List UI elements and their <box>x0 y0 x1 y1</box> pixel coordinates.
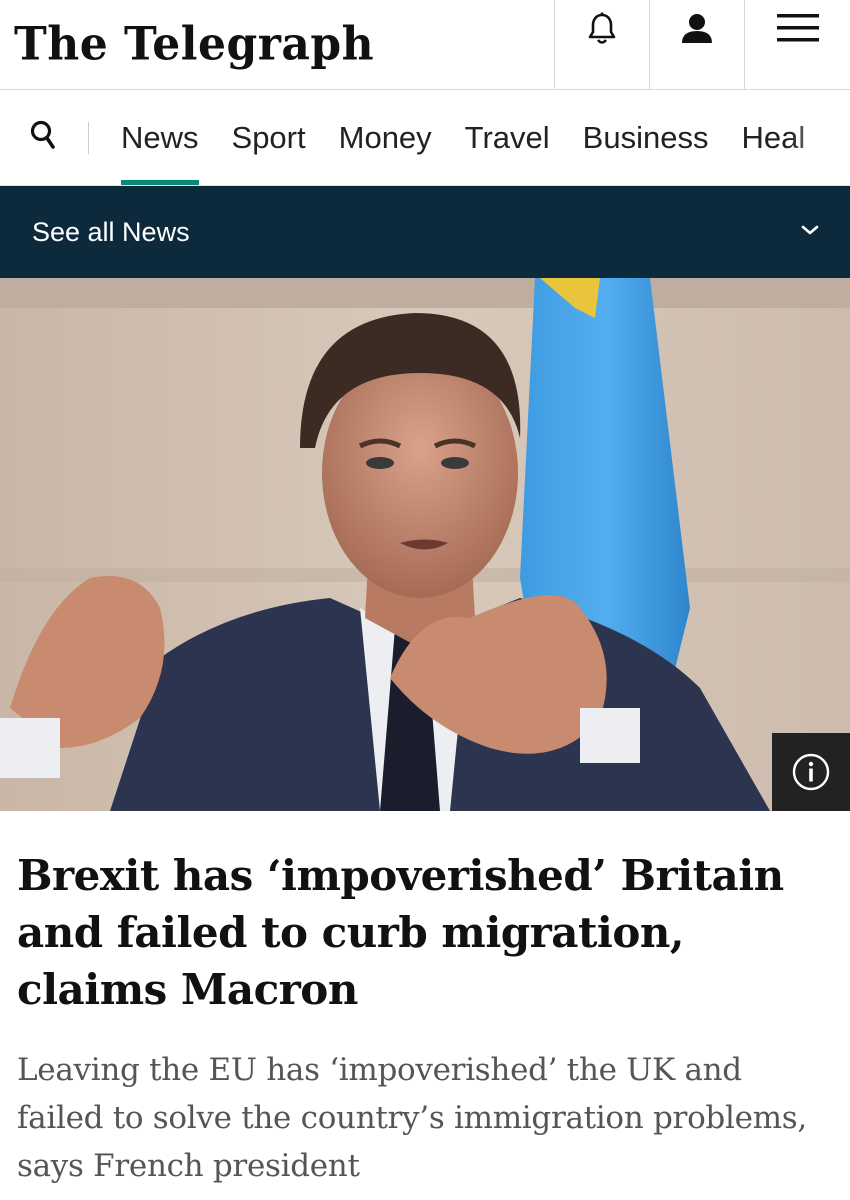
nav-item-travel[interactable]: Travel <box>465 90 550 185</box>
article-standfirst: Leaving the EU has ‘impoverished’ the UK… <box>17 1052 807 1184</box>
nav-item-news[interactable]: News <box>121 90 199 185</box>
account-button[interactable] <box>649 0 744 89</box>
see-all-label: See all News <box>32 216 190 247</box>
article-headline[interactable]: Brexit has ‘impoverished’ Britain and fa… <box>0 811 850 1018</box>
bell-icon <box>586 12 618 46</box>
see-all-section-dropdown[interactable]: See all News <box>0 186 850 278</box>
info-icon <box>791 752 831 792</box>
notifications-button[interactable] <box>554 0 649 89</box>
nav-item-business[interactable]: Business <box>583 90 709 185</box>
logo-link[interactable]: The Telegraph <box>0 0 554 89</box>
nav-scroll-fade <box>790 90 850 185</box>
site-logo: The Telegraph <box>14 17 375 72</box>
hero-image[interactable] <box>0 278 850 811</box>
hero-photo-illustration <box>0 278 850 811</box>
hamburger-menu-icon <box>776 12 819 44</box>
site-header: The Telegraph <box>0 0 850 90</box>
nav-item-money[interactable]: Money <box>339 90 432 185</box>
chevron-down-icon <box>800 223 820 241</box>
menu-button[interactable] <box>744 0 850 89</box>
nav-divider <box>88 121 89 154</box>
search-icon <box>30 120 56 155</box>
main-navigation: News Sport Money Travel Business Heal <box>0 90 850 186</box>
image-info-button[interactable] <box>772 733 850 811</box>
user-icon <box>680 12 714 44</box>
search-button[interactable] <box>0 118 88 158</box>
nav-item-sport[interactable]: Sport <box>232 90 306 185</box>
